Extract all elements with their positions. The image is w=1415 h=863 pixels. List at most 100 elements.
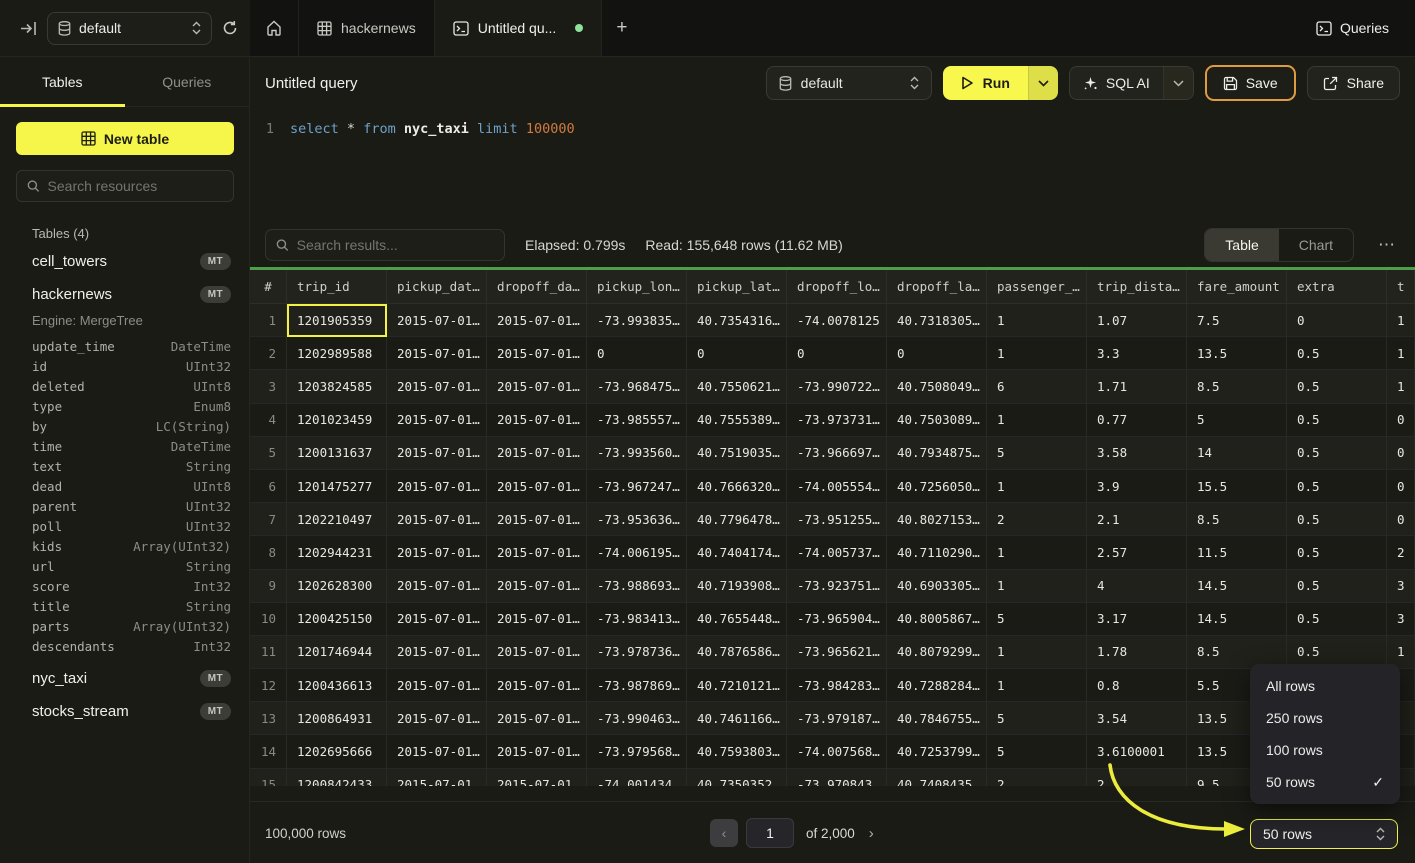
data-cell[interactable]: 1202210497: [287, 503, 387, 536]
data-cell[interactable]: -73.965621…: [787, 636, 887, 669]
schema-column-row[interactable]: timeDateTime: [32, 436, 231, 456]
data-cell[interactable]: 2015-07-01…: [387, 437, 487, 470]
data-cell[interactable]: 3: [1387, 603, 1415, 636]
data-cell[interactable]: 2: [987, 769, 1087, 786]
data-cell[interactable]: 2.57: [1087, 536, 1187, 569]
row-number-cell[interactable]: 14: [250, 735, 287, 768]
data-cell[interactable]: 0.5: [1287, 404, 1387, 437]
data-cell[interactable]: 1202944231: [287, 536, 387, 569]
data-cell[interactable]: 11.5: [1187, 536, 1287, 569]
page-number-input[interactable]: [746, 818, 794, 848]
data-cell[interactable]: 1: [987, 536, 1087, 569]
data-cell[interactable]: 2015-07-01…: [387, 636, 487, 669]
data-cell[interactable]: 0.5: [1287, 603, 1387, 636]
data-cell[interactable]: 2015-07-01…: [387, 470, 487, 503]
more-options-icon[interactable]: ⋯: [1374, 235, 1400, 255]
grid-header-cell[interactable]: passenger_…: [987, 270, 1087, 303]
data-cell[interactable]: 1.71: [1087, 370, 1187, 403]
page-size-option[interactable]: 50 rows✓: [1250, 766, 1400, 798]
data-cell[interactable]: 0.5: [1287, 503, 1387, 536]
data-cell[interactable]: 2015-07-01…: [487, 636, 587, 669]
data-cell[interactable]: 14: [1187, 437, 1287, 470]
data-cell[interactable]: 1.07: [1087, 304, 1187, 337]
sidebar-table-hackernews[interactable]: hackernews MT: [32, 278, 231, 311]
data-cell[interactable]: 3.9: [1087, 470, 1187, 503]
data-cell[interactable]: 40.7503089…: [887, 404, 987, 437]
grid-header-cell[interactable]: dropoff_lo…: [787, 270, 887, 303]
data-cell[interactable]: 0: [787, 337, 887, 370]
row-number-cell[interactable]: 5: [250, 437, 287, 470]
data-cell[interactable]: 2: [1387, 536, 1415, 569]
run-options-button[interactable]: [1028, 66, 1058, 100]
data-cell[interactable]: 0: [587, 337, 687, 370]
data-cell[interactable]: 0: [1287, 304, 1387, 337]
data-cell[interactable]: 1: [987, 304, 1087, 337]
data-cell[interactable]: 1201023459: [287, 404, 387, 437]
data-cell[interactable]: 2015-07-01…: [487, 470, 587, 503]
data-cell[interactable]: 2015-07-01…: [387, 536, 487, 569]
data-cell[interactable]: 0: [1387, 503, 1415, 536]
data-cell[interactable]: 6: [987, 370, 1087, 403]
data-cell[interactable]: -74.001434: [587, 769, 687, 786]
data-cell[interactable]: 0.5: [1287, 370, 1387, 403]
data-cell[interactable]: 40.8027153…: [887, 503, 987, 536]
data-cell[interactable]: 3.58: [1087, 437, 1187, 470]
data-cell[interactable]: 2: [987, 503, 1087, 536]
grid-header-cell[interactable]: fare_amount: [1187, 270, 1287, 303]
data-cell[interactable]: 2015-07-01…: [387, 735, 487, 768]
grid-header-cell[interactable]: #: [250, 270, 287, 303]
data-cell[interactable]: 2015-07-01…: [487, 603, 587, 636]
data-cell[interactable]: 2015-07-01…: [387, 669, 487, 702]
data-cell[interactable]: 40.7555389…: [687, 404, 787, 437]
schema-column-row[interactable]: kidsArray(UInt32): [32, 536, 231, 556]
schema-column-row[interactable]: idUInt32: [32, 356, 231, 376]
data-cell[interactable]: 40.7666320…: [687, 470, 787, 503]
schema-column-row[interactable]: scoreInt32: [32, 576, 231, 596]
schema-column-row[interactable]: update_timeDateTime: [32, 336, 231, 356]
data-cell[interactable]: -74.006195…: [587, 536, 687, 569]
data-cell[interactable]: -73.973731…: [787, 404, 887, 437]
row-number-cell[interactable]: 11: [250, 636, 287, 669]
schema-column-row[interactable]: byLC(String): [32, 416, 231, 436]
data-cell[interactable]: 8.5: [1187, 503, 1287, 536]
data-cell[interactable]: 2.1: [1087, 503, 1187, 536]
data-cell[interactable]: -73.970843: [787, 769, 887, 786]
data-cell[interactable]: 40.7350352: [687, 769, 787, 786]
schema-column-row[interactable]: deadUInt8: [32, 476, 231, 496]
data-cell[interactable]: 0: [1387, 437, 1415, 470]
data-cell[interactable]: 0: [887, 337, 987, 370]
grid-header-cell[interactable]: trip_dista…: [1087, 270, 1187, 303]
row-number-cell[interactable]: 15: [250, 769, 287, 786]
data-cell[interactable]: 2015-07-01…: [487, 337, 587, 370]
query-database-selector[interactable]: default: [766, 66, 932, 100]
data-cell[interactable]: 2015-07-01…: [487, 769, 587, 786]
data-cell[interactable]: 2015-07-01…: [487, 370, 587, 403]
data-cell[interactable]: 1: [987, 337, 1087, 370]
view-toggle-chart[interactable]: Chart: [1279, 229, 1353, 261]
data-cell[interactable]: 14.5: [1187, 603, 1287, 636]
data-cell[interactable]: -73.993560…: [587, 437, 687, 470]
tab-hackernews[interactable]: hackernews: [299, 0, 435, 56]
run-button[interactable]: Run: [943, 66, 1028, 100]
data-cell[interactable]: 40.7253799…: [887, 735, 987, 768]
data-cell[interactable]: -74.0078125: [787, 304, 887, 337]
next-page-button[interactable]: ›: [863, 825, 880, 842]
data-cell[interactable]: 2015-07-01…: [487, 404, 587, 437]
data-cell[interactable]: -73.966697…: [787, 437, 887, 470]
queries-button[interactable]: Queries: [1290, 0, 1415, 56]
page-size-option[interactable]: 100 rows: [1250, 734, 1400, 766]
data-cell[interactable]: 5: [987, 437, 1087, 470]
sidebar-table-nyc-taxi[interactable]: nyc_taxi MT: [32, 662, 231, 695]
row-number-cell[interactable]: 10: [250, 603, 287, 636]
data-cell[interactable]: 1: [1387, 337, 1415, 370]
data-cell[interactable]: 2015-07-01…: [387, 337, 487, 370]
data-cell[interactable]: -73.983413…: [587, 603, 687, 636]
sidebar-table-cell-towers[interactable]: cell_towers MT: [32, 245, 231, 278]
data-cell[interactable]: 40.8005867…: [887, 603, 987, 636]
data-cell[interactable]: -73.953636…: [587, 503, 687, 536]
sidebar-tab-queries[interactable]: Queries: [125, 58, 250, 106]
sql-editor[interactable]: 1 select * from nyc_taxi limit 100000: [250, 108, 1415, 223]
data-cell[interactable]: 2015-07-01…: [387, 370, 487, 403]
data-cell[interactable]: 1200131637: [287, 437, 387, 470]
data-cell[interactable]: 1203824585: [287, 370, 387, 403]
